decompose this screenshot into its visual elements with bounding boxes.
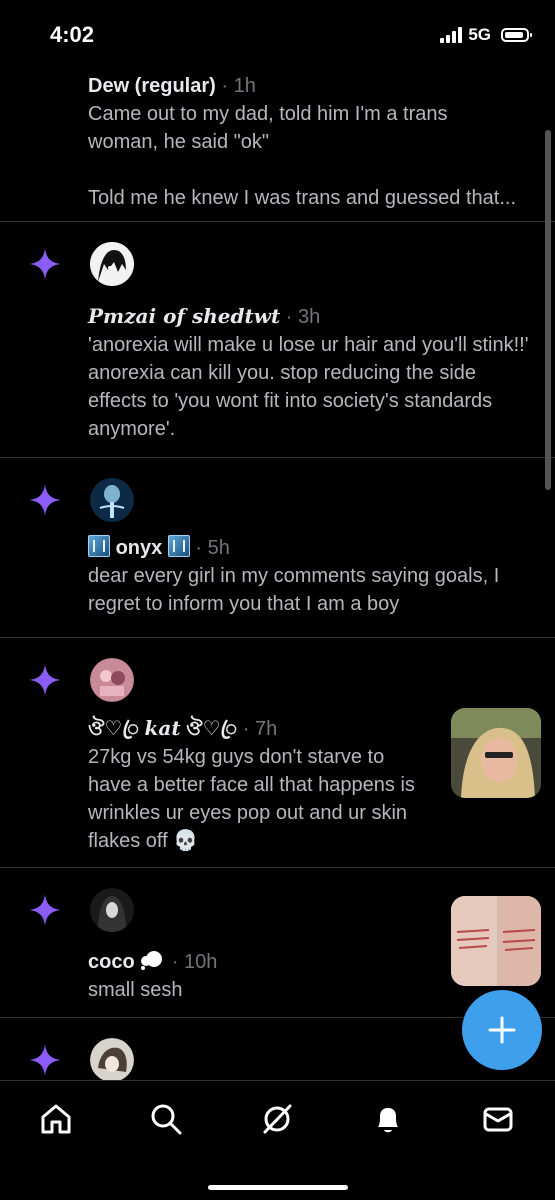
avatar[interactable] xyxy=(90,658,134,702)
thought-balloon-icon xyxy=(141,951,163,970)
post-text: small sesh xyxy=(88,979,183,1001)
post-meta: Pmzai of shedtwt · 3h xyxy=(88,302,537,331)
feed-post[interactable]: Dew (regular) · 1h Came out to my dad, t… xyxy=(0,68,555,222)
post-time: 10h xyxy=(184,951,218,973)
meta-separator: · xyxy=(221,75,229,97)
scrollbar[interactable] xyxy=(545,130,551,490)
post-text: 27kg vs 54kg guys don't starve to have a… xyxy=(88,746,415,852)
post-text: dear every girl in my comments saying go… xyxy=(88,565,500,615)
meta-separator: · xyxy=(195,537,203,559)
sparkle-icon xyxy=(29,1044,61,1076)
sparkle-icon xyxy=(29,664,61,696)
xray-emoji-icon xyxy=(88,535,110,557)
sparkle-icon xyxy=(29,484,61,516)
post-meta: Dew (regular) · 1h xyxy=(88,72,537,100)
author-name-prefix: ঔ♡ꦿ xyxy=(88,718,139,740)
post-image-thumbnail[interactable] xyxy=(451,708,541,798)
nav-notifications[interactable] xyxy=(368,1099,408,1139)
author-name[interactable]: Dew (regular) xyxy=(88,75,216,97)
status-bar: 4:02 5G xyxy=(0,0,555,68)
post-meta: coco · 10h xyxy=(88,948,425,976)
meta-separator: · xyxy=(285,306,293,328)
home-indicator[interactable] xyxy=(207,1185,348,1190)
avatar[interactable] xyxy=(90,478,134,522)
post-text: Came out to my dad, told him I'm a trans… xyxy=(88,103,448,153)
post-image-thumbnail[interactable] xyxy=(451,896,541,986)
author-name[interactable]: kat xyxy=(145,716,181,740)
search-icon xyxy=(151,1104,182,1135)
meta-separator: · xyxy=(242,718,250,740)
post-text: 'anorexia will make u lose ur hair and y… xyxy=(88,334,529,440)
plus-icon xyxy=(488,1016,516,1044)
battery-icon xyxy=(501,28,532,42)
bell-icon xyxy=(378,1108,398,1133)
author-name[interactable]: Pmzai of shedtwt xyxy=(88,304,280,328)
status-indicators: 5G xyxy=(440,24,532,46)
feed-post[interactable]: onyx · 5h dear every girl in my comments… xyxy=(0,458,555,638)
sparkle-icon xyxy=(29,894,61,926)
post-time: 5h xyxy=(207,537,230,559)
feed-post[interactable]: coco · 10h small sesh xyxy=(0,868,555,1018)
bottom-nav xyxy=(0,1080,555,1200)
nav-messages[interactable] xyxy=(478,1099,518,1139)
nav-search[interactable] xyxy=(146,1099,186,1139)
notification-feed[interactable]: Dew (regular) · 1h Came out to my dad, t… xyxy=(0,68,555,1080)
nav-home[interactable] xyxy=(36,1099,76,1139)
signal-icon xyxy=(440,27,463,43)
author-name[interactable]: coco xyxy=(88,951,135,973)
avatar[interactable] xyxy=(90,1038,134,1080)
post-text-continued: Told me he knew I was trans and guessed … xyxy=(88,187,517,209)
post-time: 7h xyxy=(254,718,278,740)
post-time: 1h xyxy=(233,75,256,97)
author-name[interactable]: onyx xyxy=(116,537,163,559)
mail-icon xyxy=(483,1107,513,1132)
avatar[interactable] xyxy=(90,888,134,932)
post-meta: onyx · 5h xyxy=(88,534,537,562)
status-time: 4:02 xyxy=(50,22,95,47)
feed-post[interactable]: ঔ♡ꦿ kat ঔ♡ꦿ · 7h 27kg vs 54kg guys don't… xyxy=(0,638,555,868)
xray-emoji-icon xyxy=(167,535,190,557)
nav-grok[interactable] xyxy=(257,1099,297,1139)
meta-separator: · xyxy=(171,951,179,973)
feed-post[interactable]: Pmzai of shedtwt · 3h 'anorexia will mak… xyxy=(0,222,555,458)
compose-button[interactable] xyxy=(462,990,542,1070)
grok-icon xyxy=(263,1104,292,1134)
sparkle-icon xyxy=(29,248,61,280)
author-name-suffix: ঔ♡ꦿ xyxy=(186,718,238,740)
avatar[interactable] xyxy=(90,242,134,286)
post-time: 3h xyxy=(297,306,321,328)
post-meta: ঔ♡ꦿ kat ঔ♡ꦿ · 7h xyxy=(88,714,425,743)
home-icon xyxy=(41,1104,71,1134)
network-label: 5G xyxy=(468,25,491,44)
